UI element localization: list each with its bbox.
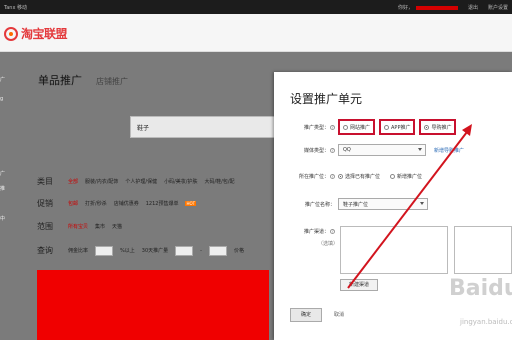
watermark-logo: Baidu <box>449 276 512 301</box>
watermark-url: jingyan.baidu.com <box>460 318 512 326</box>
arrow-shaft <box>347 127 471 289</box>
arrow-head-icon <box>462 124 472 136</box>
annotation-arrow <box>347 124 472 289</box>
